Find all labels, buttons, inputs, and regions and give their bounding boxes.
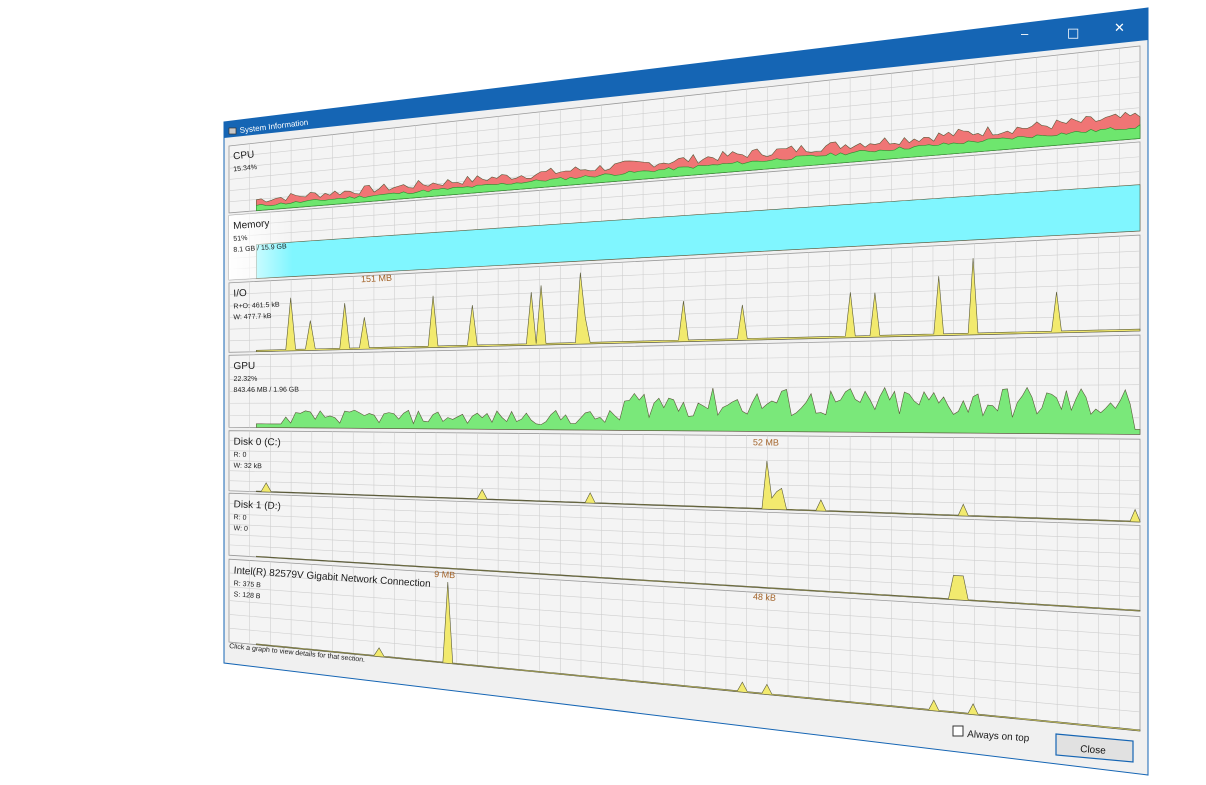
gpu-stat-0: 22.32%	[233, 376, 257, 383]
disk0-stat-1: W: 32 kB	[234, 463, 263, 471]
maximize-icon: □	[1067, 26, 1079, 41]
net-peak2-label: 48 kB	[753, 591, 777, 602]
close-button-label: Close	[1080, 744, 1107, 757]
disk1-stat-0: R: 0	[233, 514, 246, 522]
disk1-stat-1: W: 0	[233, 525, 248, 533]
minimize-icon: –	[1021, 26, 1029, 41]
disk0-peak-label: 52 MB	[753, 437, 779, 447]
disk1-title: Disk 1 (D:)	[233, 499, 281, 512]
disk0-title: Disk 0 (C:)	[234, 437, 281, 449]
gpu-stat-1: 843.46 MB / 1.96 GB	[234, 387, 300, 394]
io-stat-1: W: 477.7 kB	[233, 313, 272, 321]
screen: System Information – □ ✕ CPU15.34%Memory…	[223, 7, 1149, 776]
maximize-button[interactable]: □	[1067, 26, 1079, 41]
memory-stat-0: 51%	[233, 235, 247, 243]
cpu-title: CPU	[233, 149, 255, 162]
gpu-title: GPU	[233, 361, 255, 372]
net-peak1-label: 9 MB	[434, 569, 456, 580]
io-peak-label: 151 MB	[361, 273, 392, 285]
app-icon	[228, 127, 237, 135]
disk0-stat-0: R: 0	[234, 452, 247, 459]
close-window-button[interactable]: ✕	[1114, 21, 1125, 36]
minimize-button[interactable]: –	[1021, 26, 1029, 41]
io-title: I/O	[233, 288, 247, 300]
checkbox-box	[952, 725, 964, 737]
close-icon: ✕	[1114, 21, 1125, 36]
